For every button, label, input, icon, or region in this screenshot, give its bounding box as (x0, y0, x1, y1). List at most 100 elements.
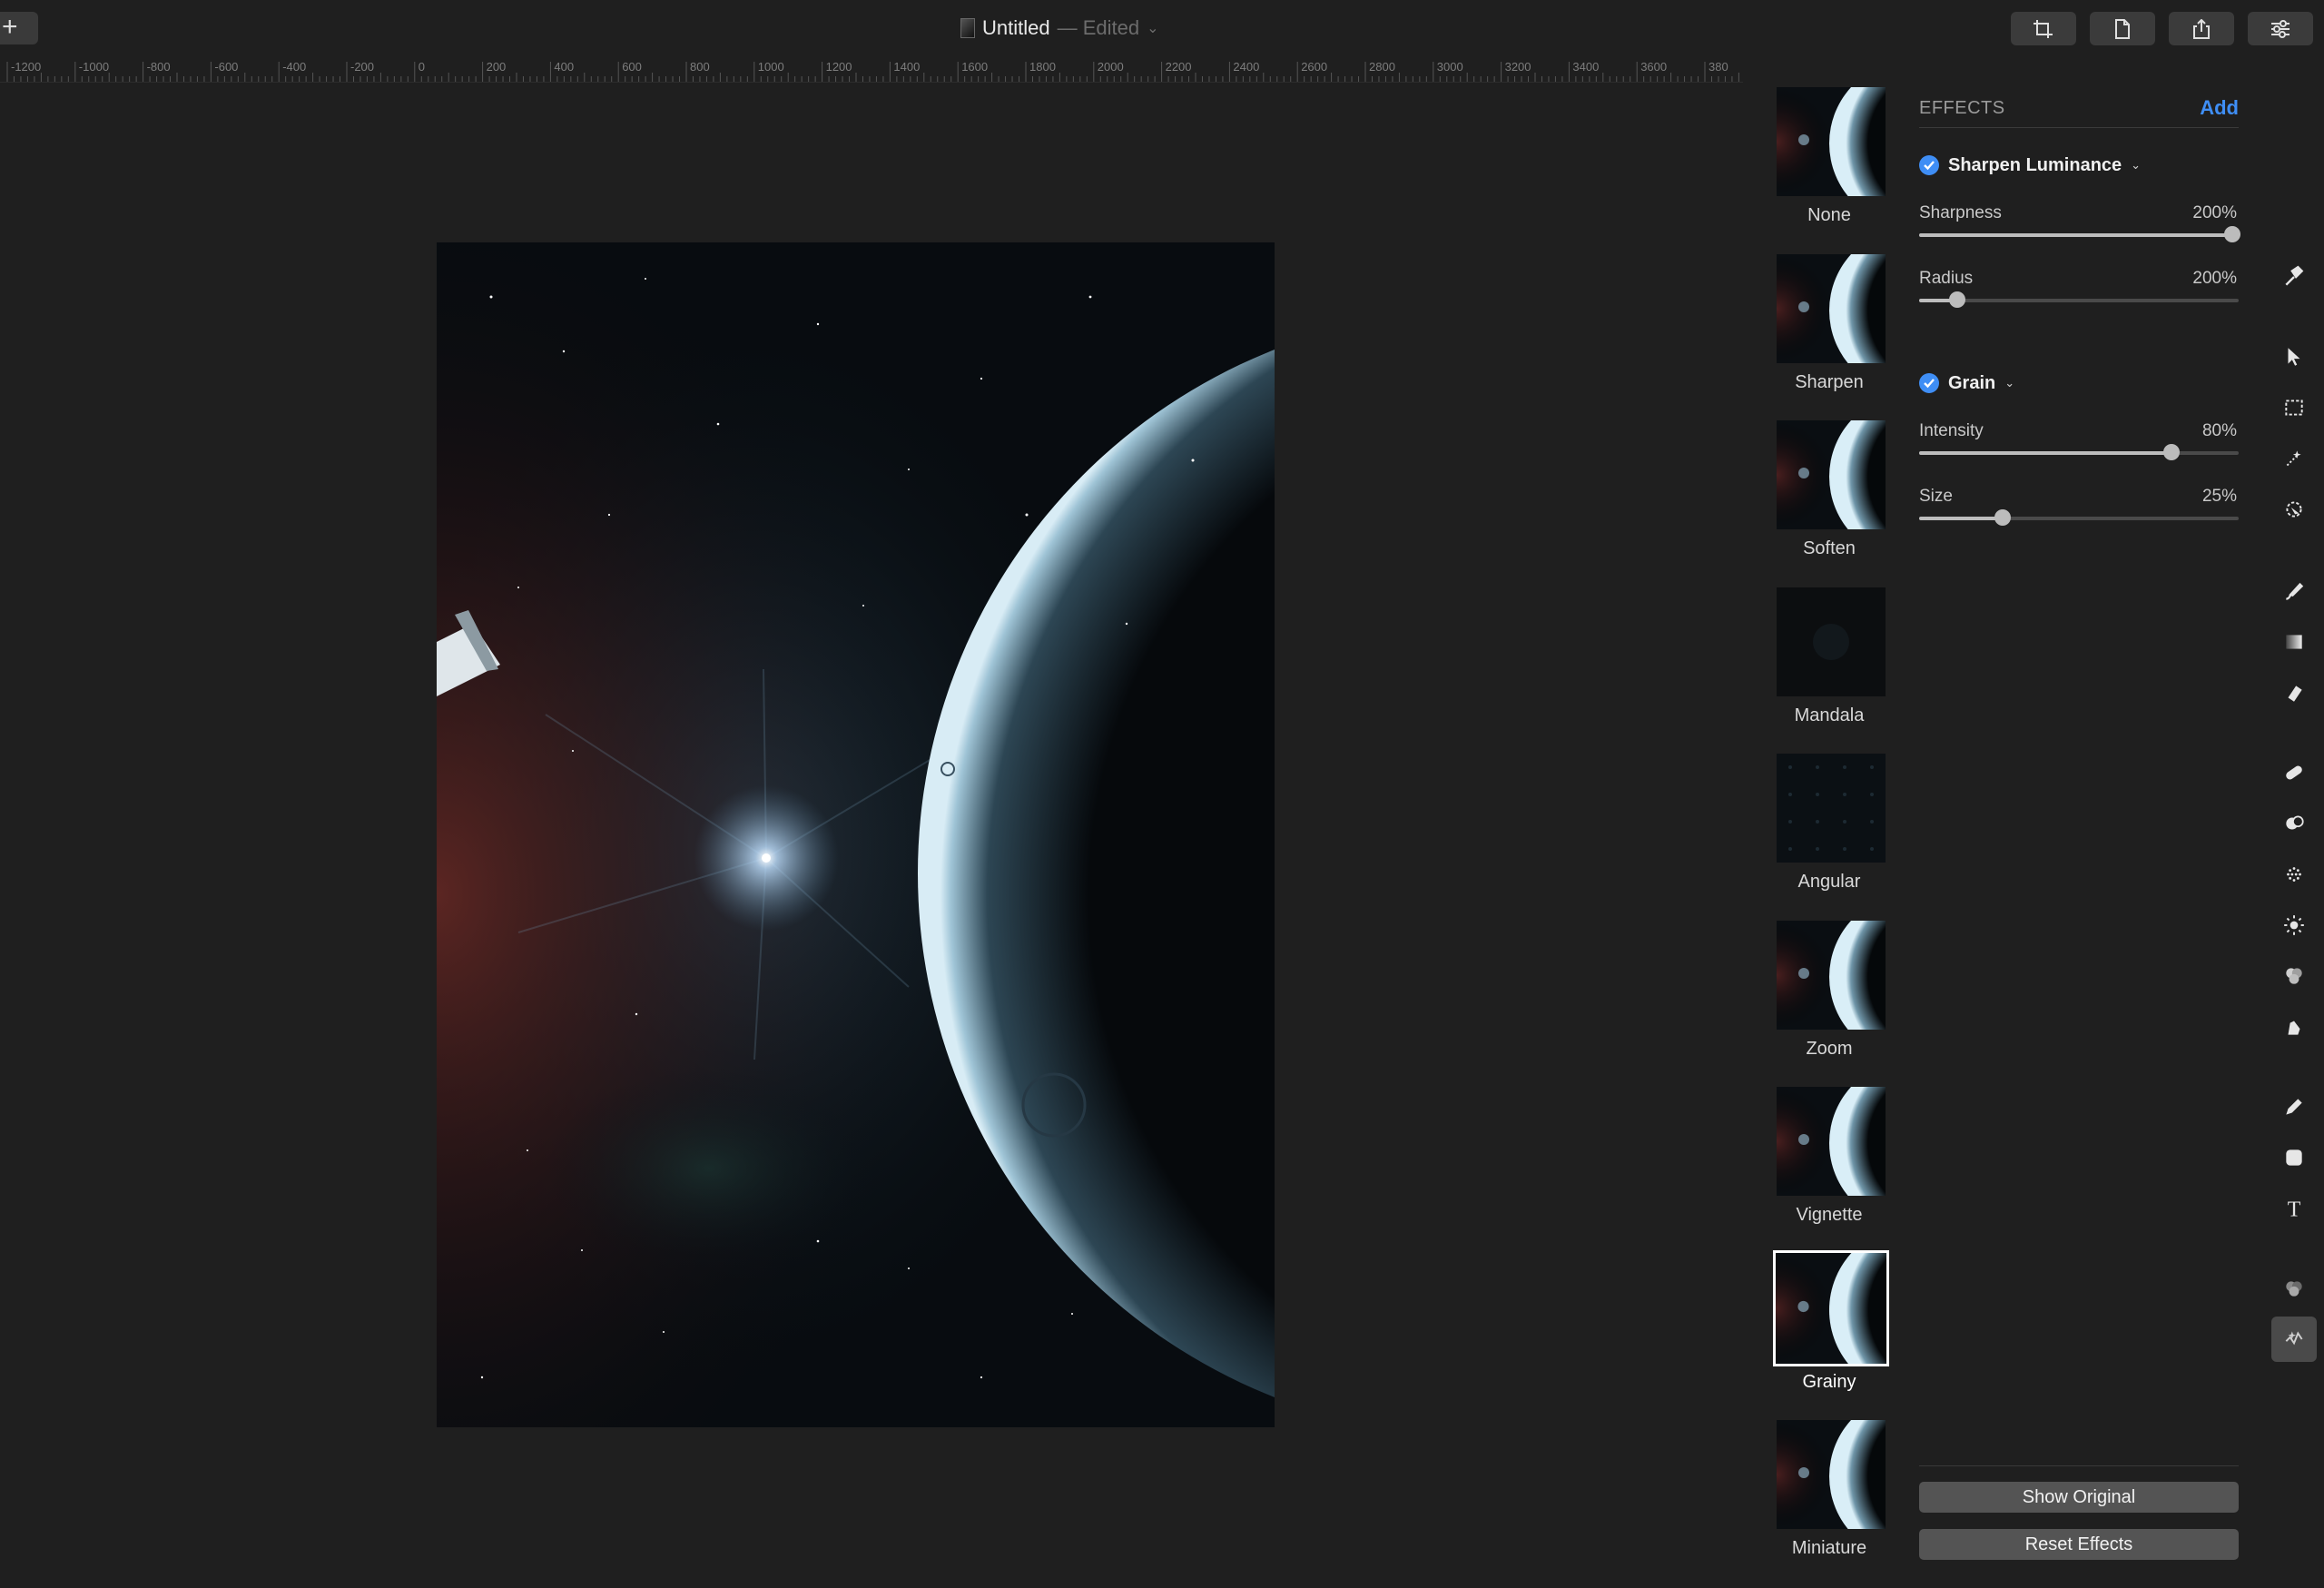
clone-stamp-tool[interactable] (2271, 801, 2317, 846)
ruler-label: 800 (690, 60, 710, 74)
magic-select-tool[interactable] (2271, 436, 2317, 481)
crop-button[interactable] (2011, 12, 2076, 45)
preset-thumbnail[interactable] (1777, 1420, 1886, 1529)
slider-knob[interactable] (1949, 291, 1966, 308)
blur-tool[interactable] (2271, 852, 2317, 897)
effect-grain[interactable]: Grain ⌄ (1919, 370, 2014, 396)
preset-thumbnail[interactable] (1777, 587, 1886, 696)
ruler-label: 400 (554, 60, 574, 74)
param-label: Size (1919, 487, 1953, 506)
color-blend-tool[interactable] (2271, 1266, 2317, 1311)
color-adjust-tool[interactable] (2271, 953, 2317, 999)
size-slider[interactable]: Size 25% (1919, 487, 2239, 532)
horizontal-ruler[interactable]: -1200 -1000 -800 -600 -400 -200 0 200 400 600 800 1… (0, 54, 1743, 83)
effect-title: Sharpen Luminance (1948, 154, 2122, 175)
shape-tool[interactable] (2271, 1135, 2317, 1180)
intensity-slider[interactable]: Intensity 80% (1919, 421, 2239, 467)
ruler-label: 3600 (1640, 60, 1667, 74)
ruler-label: 1000 (758, 60, 784, 74)
effects-heading: EFFECTS (1919, 98, 2005, 118)
canvas-image[interactable] (437, 242, 1275, 1427)
preset-thumbnail[interactable] (1777, 1087, 1886, 1196)
rect-select-tool[interactable] (2271, 385, 2317, 430)
hammer-tool[interactable] (2271, 254, 2317, 300)
slider-knob[interactable] (1994, 509, 2011, 526)
light-icon (2284, 915, 2304, 935)
effect-title: Grain (1948, 372, 1996, 393)
crop-icon (2034, 20, 2053, 38)
ruler-label: 1200 (826, 60, 852, 74)
param-value: 25% (2201, 487, 2237, 506)
preset-thumbnail[interactable] (1777, 87, 1886, 196)
clone-stamp-icon (2286, 815, 2304, 830)
effects-header: EFFECTS Add (1919, 96, 2239, 128)
arrow-select-icon (2288, 348, 2300, 366)
ruler-label: 1800 (1029, 60, 1056, 74)
new-tab-button[interactable]: + (0, 12, 38, 44)
share-button[interactable] (2169, 12, 2234, 45)
adjustments-button[interactable] (2248, 12, 2313, 45)
slider-track[interactable] (1919, 291, 2239, 308)
slider-knob[interactable] (2223, 226, 2240, 242)
preset-thumbnail[interactable] (1773, 1249, 1889, 1366)
preset-miniature[interactable]: Miniature (1761, 1415, 1897, 1578)
effects-icon (2285, 1331, 2303, 1346)
space-planet-artwork (437, 242, 1275, 1427)
preset-thumbnail[interactable] (1777, 920, 1886, 1030)
radius-slider[interactable]: Radius 200% (1919, 269, 2239, 314)
preset-label: None (1807, 205, 1851, 225)
smudge-tool[interactable] (2271, 1004, 2317, 1050)
smudge-icon (2288, 1021, 2300, 1035)
document-title[interactable]: Untitled — Edited ⌄ (960, 15, 1159, 42)
ruler-label: -1200 (11, 60, 41, 74)
preset-angular[interactable]: Angular (1761, 748, 1897, 912)
ruler-label: 380 (1709, 60, 1728, 74)
show-original-button[interactable]: Show Original (1919, 1482, 2239, 1513)
preset-label: Vignette (1796, 1205, 1863, 1225)
ruler-label: -600 (214, 60, 238, 74)
hammer-icon (2285, 265, 2304, 286)
text-icon: T (2288, 1198, 2301, 1220)
effect-sharpen-luminance[interactable]: Sharpen Luminance ⌄ (1919, 153, 2141, 178)
rect-select-icon (2285, 399, 2303, 416)
eraser-tool[interactable] (2271, 670, 2317, 715)
arrow-select-tool[interactable] (2271, 334, 2317, 380)
slider-track[interactable] (1919, 444, 2239, 460)
bandage-tool[interactable] (2271, 750, 2317, 795)
color-blend-icon (2286, 1281, 2302, 1297)
ruler-label: -800 (147, 60, 171, 74)
preset-vignette[interactable]: Vignette (1761, 1081, 1897, 1245)
checkmark-icon[interactable] (1919, 155, 1939, 175)
pen-tool[interactable] (2271, 1084, 2317, 1129)
slider-track[interactable] (1919, 226, 2240, 242)
add-effect-button[interactable]: Add (2200, 96, 2239, 120)
paint-brush-icon (2286, 582, 2304, 600)
text-tool[interactable]: T (2271, 1186, 2317, 1231)
preset-grainy[interactable]: Grainy (1761, 1248, 1897, 1412)
preset-thumbnail[interactable] (1777, 420, 1886, 529)
preset-label: Grainy (1802, 1371, 1856, 1392)
preset-zoom[interactable]: Zoom (1761, 915, 1897, 1079)
light-tool[interactable] (2271, 902, 2317, 948)
color-select-tool[interactable] (2271, 487, 2317, 532)
gradient-tool[interactable] (2271, 619, 2317, 665)
preset-sharpen[interactable]: Sharpen (1761, 249, 1897, 412)
ruler-label: 2600 (1301, 60, 1327, 74)
effect-presets-list: None Sharpen Soften Mandala Angular Zoom Vigne… (1761, 82, 1897, 1588)
preset-label: Miniature (1791, 1538, 1867, 1558)
document-button[interactable] (2090, 12, 2155, 45)
paint-brush-tool[interactable] (2271, 568, 2317, 614)
preset-none[interactable]: None (1761, 82, 1897, 245)
slider-knob[interactable] (2163, 444, 2181, 460)
slider-track[interactable] (1919, 509, 2239, 526)
checkmark-icon[interactable] (1919, 373, 1939, 393)
preset-soften[interactable]: Soften (1761, 415, 1897, 578)
sharpness-slider[interactable]: Sharpness 200% (1919, 203, 2240, 249)
param-label: Intensity (1919, 421, 1984, 440)
preset-mandala[interactable]: Mandala (1761, 582, 1897, 745)
reset-effects-button[interactable]: Reset Effects (1919, 1529, 2239, 1560)
effects-tool[interactable] (2271, 1317, 2317, 1362)
preset-thumbnail[interactable] (1777, 754, 1886, 863)
chevron-down-icon: ⌄ (2004, 376, 2015, 390)
preset-thumbnail[interactable] (1777, 253, 1886, 363)
